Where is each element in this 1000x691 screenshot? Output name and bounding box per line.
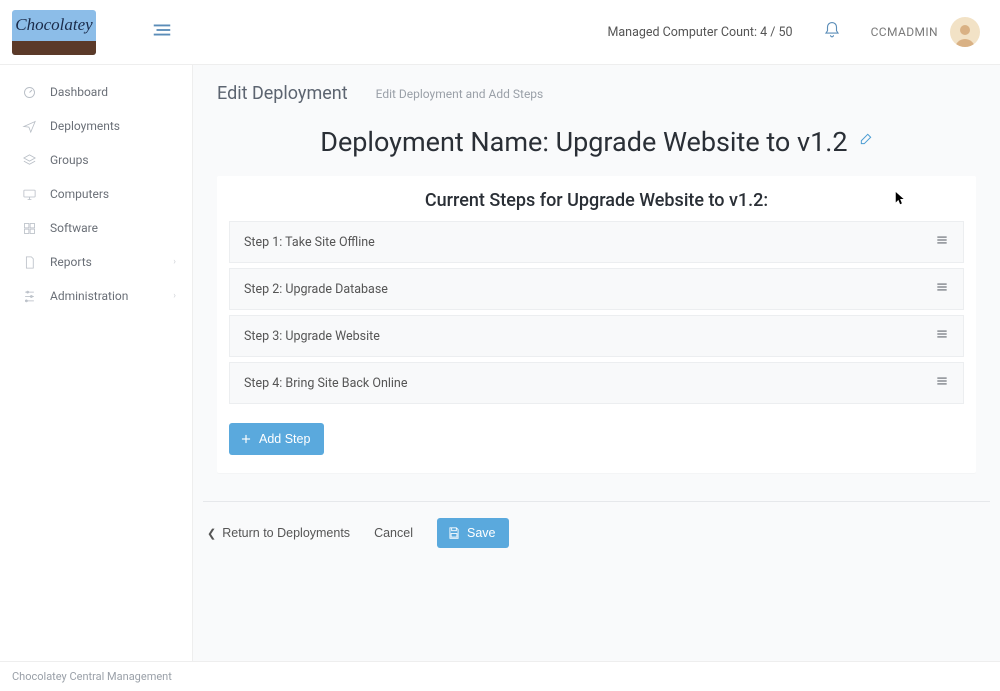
- page-titlebar: Edit Deployment Edit Deployment and Add …: [193, 65, 1000, 118]
- step-row[interactable]: Step 1: Take Site Offline: [229, 221, 964, 263]
- step-row-label: Step 4: Bring Site Back Online: [244, 376, 407, 391]
- page-subtitle: Edit Deployment and Add Steps: [376, 87, 544, 101]
- cancel-label: Cancel: [374, 526, 413, 540]
- chevron-right-icon: ›: [173, 291, 176, 301]
- drag-handle[interactable]: [935, 233, 949, 251]
- managed-computer-count: Managed Computer Count: 4 / 50: [607, 25, 792, 40]
- footer-text: Chocolatey Central Management: [12, 670, 172, 683]
- file-icon: [20, 253, 38, 271]
- brand-logo-decor: [12, 41, 96, 55]
- sidebar-item-computers[interactable]: Computers: [0, 177, 192, 211]
- sidebar-item-software[interactable]: Software: [0, 211, 192, 245]
- step-row-label: Step 3: Upgrade Website: [244, 329, 380, 344]
- sidebar-item-reports[interactable]: Reports ›: [0, 245, 192, 279]
- sliders-icon: [20, 287, 38, 305]
- drag-handle[interactable]: [935, 280, 949, 298]
- save-icon: [447, 526, 461, 540]
- current-username: CCMADMIN: [871, 25, 938, 39]
- step-row-label: Step 1: Take Site Offline: [244, 235, 375, 250]
- deployment-name-value: Upgrade Website to v1.2: [556, 126, 848, 158]
- sidebar-item-dashboard[interactable]: Dashboard: [0, 75, 192, 109]
- cancel-button[interactable]: Cancel: [374, 526, 413, 540]
- sidebar-item-deployments[interactable]: Deployments: [0, 109, 192, 143]
- chevron-right-icon: ›: [173, 257, 176, 267]
- drag-handle[interactable]: [935, 374, 949, 392]
- save-button[interactable]: Save: [437, 518, 510, 548]
- steps-heading: Current Steps for Upgrade Website to v1.…: [217, 190, 976, 211]
- sidebar-item-label: Deployments: [50, 119, 120, 133]
- avatar-icon: [951, 19, 979, 47]
- user-avatar[interactable]: [950, 17, 980, 47]
- grip-icon: [935, 374, 949, 388]
- pencil-icon: [859, 132, 873, 146]
- brand-logo-text: Chocolatey: [15, 15, 92, 35]
- deployment-name-prefix: Deployment Name:: [320, 126, 555, 158]
- return-button[interactable]: ❮ Return to Deployments: [207, 526, 350, 540]
- sidebar-item-label: Administration: [50, 289, 128, 303]
- sidebar-item-label: Dashboard: [50, 85, 108, 99]
- sidebar-item-administration[interactable]: Administration ›: [0, 279, 192, 313]
- action-bar: ❮ Return to Deployments Cancel Save: [193, 502, 1000, 548]
- notifications-button[interactable]: [823, 21, 841, 43]
- top-header: Chocolatey Managed Computer Count: 4 / 5…: [0, 0, 1000, 65]
- return-label: Return to Deployments: [222, 526, 350, 540]
- brand-logo[interactable]: Chocolatey: [12, 10, 96, 55]
- steps-panel: Current Steps for Upgrade Website to v1.…: [217, 176, 976, 473]
- sidebar-item-label: Groups: [50, 153, 89, 167]
- add-step-label: Add Step: [259, 432, 310, 446]
- edit-deployment-name-button[interactable]: [859, 132, 873, 150]
- dashboard-icon: [20, 83, 38, 101]
- sidebar-item-groups[interactable]: Groups: [0, 143, 192, 177]
- sidebar-nav: Dashboard Deployments Groups Computers S…: [0, 65, 193, 661]
- step-row-label: Step 2: Upgrade Database: [244, 282, 388, 297]
- sidebar-item-label: Computers: [50, 187, 109, 201]
- grid-icon: [20, 219, 38, 237]
- grip-icon: [935, 327, 949, 341]
- page-footer: Chocolatey Central Management: [0, 661, 1000, 691]
- main-content: Edit Deployment Edit Deployment and Add …: [193, 65, 1000, 661]
- step-row[interactable]: Step 3: Upgrade Website: [229, 315, 964, 357]
- grip-icon: [935, 280, 949, 294]
- page-title: Edit Deployment: [217, 83, 348, 104]
- menu-toggle-button[interactable]: [151, 19, 173, 45]
- save-label: Save: [467, 526, 496, 540]
- drag-handle[interactable]: [935, 327, 949, 345]
- step-row[interactable]: Step 2: Upgrade Database: [229, 268, 964, 310]
- step-row[interactable]: Step 4: Bring Site Back Online: [229, 362, 964, 404]
- sidebar-item-label: Software: [50, 221, 98, 235]
- send-icon: [20, 117, 38, 135]
- bell-icon: [823, 21, 841, 39]
- monitor-icon: [20, 185, 38, 203]
- deployment-name-heading: Deployment Name: Upgrade Website to v1.2: [193, 118, 1000, 166]
- hamburger-icon: [151, 19, 173, 41]
- plus-icon: [239, 432, 253, 446]
- chevron-left-icon: ❮: [207, 527, 216, 540]
- grip-icon: [935, 233, 949, 247]
- sidebar-item-label: Reports: [50, 255, 92, 269]
- add-step-button[interactable]: Add Step: [229, 423, 324, 455]
- layers-icon: [20, 151, 38, 169]
